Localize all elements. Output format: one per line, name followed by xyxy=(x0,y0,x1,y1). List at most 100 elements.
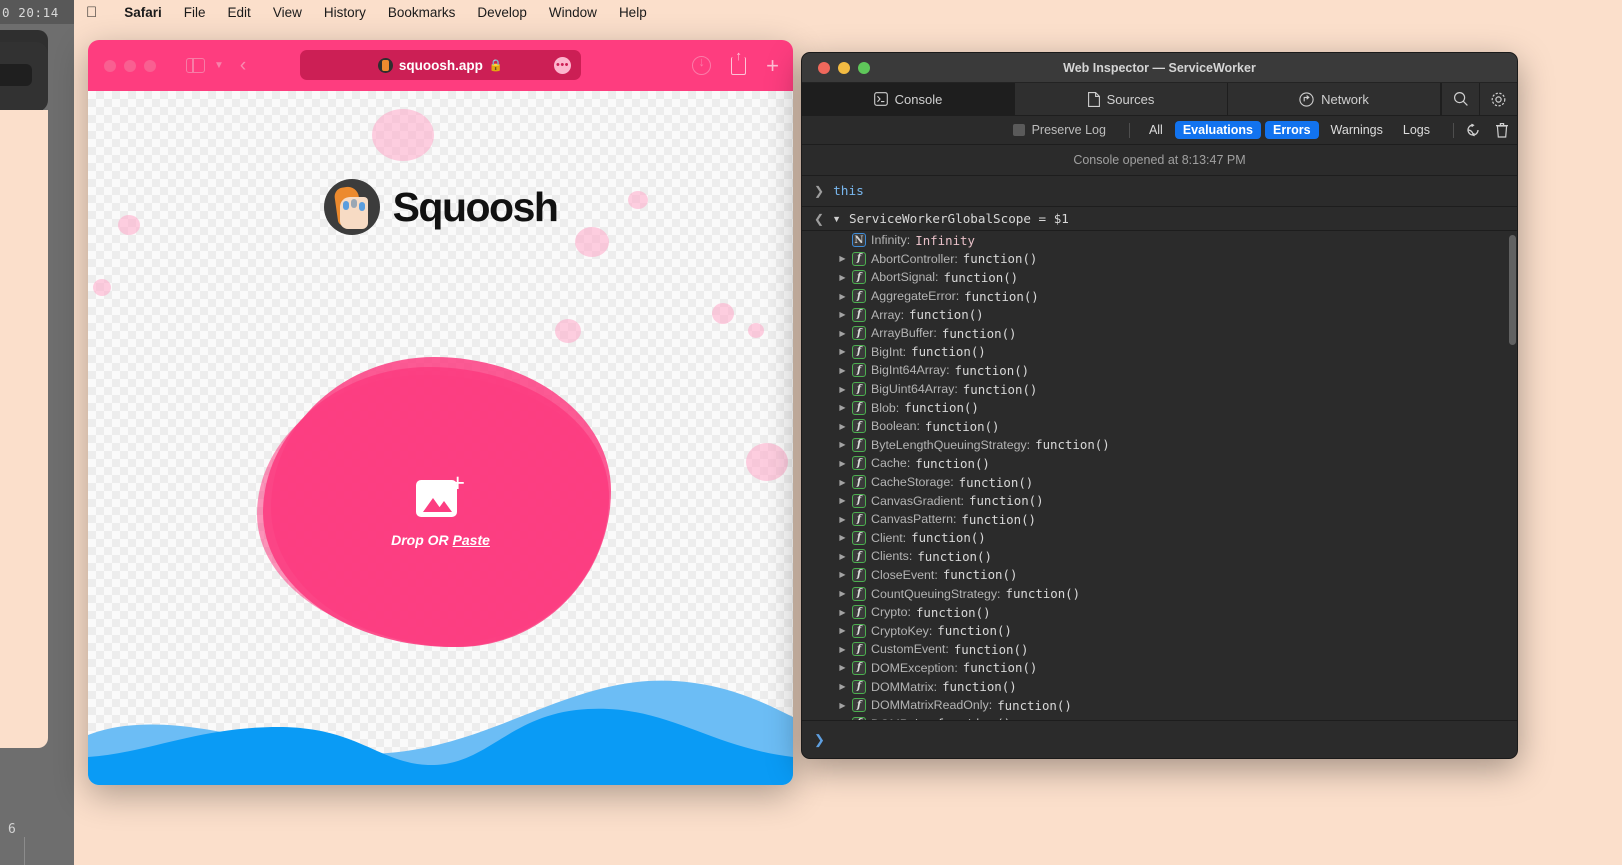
property-row[interactable]: ▶fAbortSignal:function() xyxy=(802,268,1517,287)
disclosure-triangle-icon[interactable]: ▶ xyxy=(838,663,847,672)
property-row[interactable]: ▶fAggregateError:function() xyxy=(802,287,1517,306)
disclosure-triangle-icon[interactable]: ▶ xyxy=(838,682,847,691)
zoom-button[interactable] xyxy=(144,60,156,72)
menu-item-window[interactable]: Window xyxy=(538,5,608,20)
search-button[interactable] xyxy=(1441,83,1479,115)
property-row[interactable]: ▶fAbortController:function() xyxy=(802,250,1517,269)
menu-item-safari[interactable]: Safari xyxy=(113,5,173,20)
back-arrow-icon[interactable]: ‹ xyxy=(240,55,246,77)
property-row[interactable]: ▶fCustomEvent:function() xyxy=(802,640,1517,659)
menu-item-help[interactable]: Help xyxy=(608,5,658,20)
disclosure-triangle-icon[interactable]: ▶ xyxy=(838,273,847,282)
inspector-tabbar[interactable]: Console Sources Network xyxy=(802,83,1517,116)
disclosure-triangle-icon[interactable]: ▶ xyxy=(838,366,847,375)
property-row[interactable]: ▶fCountQueuingStrategy:function() xyxy=(802,584,1517,603)
disclosure-triangle-icon[interactable]: ▶ xyxy=(838,552,847,561)
paste-link[interactable]: Paste xyxy=(453,532,490,548)
tab-console-label: Console xyxy=(895,92,943,107)
menu-bar[interactable]:  Safari File Edit View History Bookmark… xyxy=(74,0,1622,24)
property-row[interactable]: ▶fBlob:function() xyxy=(802,398,1517,417)
reader-badge-icon[interactable]: ••• xyxy=(554,57,571,74)
settings-button[interactable] xyxy=(1479,83,1517,115)
property-row[interactable]: ▶fBigInt:function() xyxy=(802,343,1517,362)
squoosh-wordmark: Squoosh xyxy=(393,184,558,231)
property-row[interactable]: ▶fCache:function() xyxy=(802,454,1517,473)
console-evaluation-row[interactable]: ❯ this xyxy=(802,176,1517,207)
disclosure-triangle-icon[interactable]: ▶ xyxy=(838,645,847,654)
sidebar-toggle-icon[interactable] xyxy=(186,58,205,73)
property-row[interactable]: ▶fDOMMatrix:function() xyxy=(802,677,1517,696)
property-row[interactable]: ▶fCryptoKey:function() xyxy=(802,621,1517,640)
menu-item-history[interactable]: History xyxy=(313,5,377,20)
image-drop-zone[interactable]: + Drop OR Paste xyxy=(257,357,625,659)
filter-all[interactable]: All xyxy=(1141,121,1171,139)
preserve-log-checkbox[interactable] xyxy=(1013,124,1025,136)
tab-console[interactable]: Console xyxy=(802,83,1015,115)
disclosure-triangle-icon[interactable]: ▶ xyxy=(838,329,847,338)
property-row[interactable]: ▶fCrypto:function() xyxy=(802,603,1517,622)
disclosure-triangle-icon[interactable]: ▶ xyxy=(838,570,847,579)
disclosure-triangle-icon[interactable]: ▶ xyxy=(838,701,847,710)
filter-evaluations[interactable]: Evaluations xyxy=(1175,121,1261,139)
disclosure-triangle-icon[interactable]: ▶ xyxy=(838,422,847,431)
share-icon[interactable] xyxy=(731,57,746,75)
disclosure-triangle-icon[interactable]: ▶ xyxy=(838,254,847,263)
menu-item-file[interactable]: File xyxy=(173,5,217,20)
clear-console-button[interactable] xyxy=(1465,122,1481,138)
property-row[interactable]: ▶fBigUint64Array:function() xyxy=(802,380,1517,399)
property-row[interactable]: ▶fCanvasPattern:function() xyxy=(802,510,1517,529)
filter-logs[interactable]: Logs xyxy=(1395,121,1438,139)
disclosure-triangle-icon[interactable]: ▶ xyxy=(838,347,847,356)
property-row[interactable]: NInfinity:Infinity xyxy=(802,231,1517,250)
property-row[interactable]: ▶fDOMMatrixReadOnly:function() xyxy=(802,696,1517,715)
menu-item-develop[interactable]: Develop xyxy=(466,5,538,20)
disclosure-triangle-icon[interactable]: ▶ xyxy=(838,292,847,301)
disclosure-triangle-icon[interactable]: ▶ xyxy=(838,310,847,319)
property-row[interactable]: ▶fClients:function() xyxy=(802,547,1517,566)
disclosure-triangle-icon[interactable]: ▶ xyxy=(838,459,847,468)
filter-warnings[interactable]: Warnings xyxy=(1323,121,1391,139)
property-row[interactable]: ▶fBigInt64Array:function() xyxy=(802,361,1517,380)
close-button[interactable] xyxy=(104,60,116,72)
property-row[interactable]: ▶fClient:function() xyxy=(802,529,1517,548)
property-row[interactable]: ▶fByteLengthQueuingStrategy:function() xyxy=(802,436,1517,455)
console-result-row[interactable]: ❮ ▼ ServiceWorkerGlobalScope = $1 xyxy=(802,207,1517,231)
object-property-list[interactable]: NInfinity:Infinity▶fAbortController:func… xyxy=(802,231,1517,733)
trash-console-button[interactable] xyxy=(1495,122,1509,138)
property-row[interactable]: ▶fCloseEvent:function() xyxy=(802,566,1517,585)
disclosure-triangle-icon[interactable]: ▶ xyxy=(838,403,847,412)
property-row[interactable]: ▶fCanvasGradient:function() xyxy=(802,491,1517,510)
console-filter-bar[interactable]: Preserve Log All Evaluations Errors Warn… xyxy=(802,116,1517,145)
downloads-icon[interactable] xyxy=(692,56,711,75)
console-scrollbar[interactable] xyxy=(1509,235,1516,345)
disclosure-triangle-icon[interactable]: ▶ xyxy=(838,440,847,449)
new-tab-icon[interactable]: + xyxy=(766,55,779,77)
add-image-icon[interactable]: + xyxy=(416,475,465,517)
disclosure-triangle-icon[interactable]: ▶ xyxy=(838,626,847,635)
disclosure-triangle-icon[interactable]: ▶ xyxy=(838,533,847,542)
apple-logo-icon[interactable]:  xyxy=(86,5,97,20)
disclosure-triangle-icon[interactable]: ▶ xyxy=(838,496,847,505)
tab-network[interactable]: Network xyxy=(1228,83,1441,115)
property-row[interactable]: ▶fArray:function() xyxy=(802,305,1517,324)
property-row[interactable]: ▶fDOMException:function() xyxy=(802,659,1517,678)
property-row[interactable]: ▶fBoolean:function() xyxy=(802,417,1517,436)
menu-item-bookmarks[interactable]: Bookmarks xyxy=(377,5,467,20)
disclosure-triangle-icon[interactable]: ▼ xyxy=(832,214,841,224)
chevron-down-icon[interactable]: ▼ xyxy=(214,60,224,71)
menu-item-view[interactable]: View xyxy=(262,5,313,20)
filter-errors[interactable]: Errors xyxy=(1265,121,1319,139)
console-prompt[interactable]: ❯ xyxy=(802,720,1517,758)
menubar-clock: 0 20:14 xyxy=(0,0,74,24)
disclosure-triangle-icon[interactable]: ▶ xyxy=(838,608,847,617)
disclosure-triangle-icon[interactable]: ▶ xyxy=(838,478,847,487)
minimize-button[interactable] xyxy=(124,60,136,72)
property-row[interactable]: ▶fCacheStorage:function() xyxy=(802,473,1517,492)
tab-sources[interactable]: Sources xyxy=(1015,83,1228,115)
disclosure-triangle-icon[interactable]: ▶ xyxy=(838,515,847,524)
disclosure-triangle-icon[interactable]: ▶ xyxy=(838,385,847,394)
property-row[interactable]: ▶fArrayBuffer:function() xyxy=(802,324,1517,343)
address-bar[interactable]: squoosh.app 🔒 ••• xyxy=(300,50,581,80)
menu-item-edit[interactable]: Edit xyxy=(217,5,262,20)
disclosure-triangle-icon[interactable]: ▶ xyxy=(838,589,847,598)
